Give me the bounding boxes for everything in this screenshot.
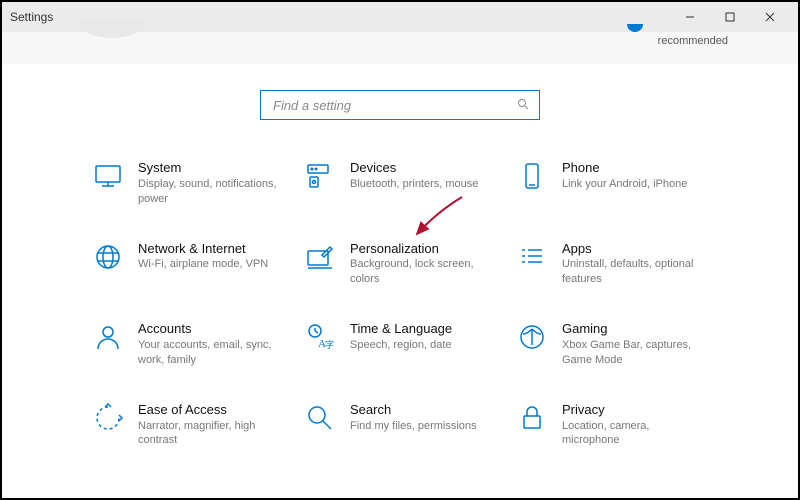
category-title: Network & Internet: [138, 241, 268, 258]
window-controls: [670, 5, 790, 29]
category-privacy[interactable]: Privacy Location, camera, microphone: [516, 402, 708, 449]
category-devices[interactable]: Devices Bluetooth, printers, mouse: [304, 160, 496, 207]
category-network[interactable]: Network & Internet Wi-Fi, airplane mode,…: [92, 241, 284, 288]
minimize-button[interactable]: [670, 5, 710, 29]
svg-text:字: 字: [325, 339, 334, 350]
search-icon: [304, 402, 336, 434]
phone-icon: [516, 160, 548, 192]
search-input[interactable]: [271, 97, 517, 114]
close-button[interactable]: [750, 5, 790, 29]
content-area: System Display, sound, notifications, po…: [2, 62, 798, 498]
category-title: Time & Language: [350, 321, 452, 338]
privacy-icon: [516, 402, 548, 434]
category-title: Privacy: [562, 402, 708, 419]
window-title: Settings: [10, 10, 53, 24]
category-desc: Display, sound, notifications, power: [138, 177, 284, 207]
gaming-icon: [516, 321, 548, 353]
time-lang-icon: A字: [304, 321, 336, 353]
category-desc: Xbox Game Bar, captures, Game Mode: [562, 338, 708, 368]
ease-icon: [92, 402, 124, 434]
maximize-button[interactable]: [710, 5, 750, 29]
search-container: [2, 90, 798, 120]
apps-icon: [516, 241, 548, 273]
search-box[interactable]: [260, 90, 540, 120]
search-icon: [517, 98, 529, 113]
category-desc: Bluetooth, printers, mouse: [350, 177, 478, 192]
category-title: Personalization: [350, 241, 496, 258]
category-desc: Your accounts, email, sync, work, family: [138, 338, 284, 368]
category-desc: Background, lock screen, colors: [350, 257, 496, 287]
category-title: Apps: [562, 241, 708, 258]
globe-icon: [92, 241, 124, 273]
person-icon: [92, 321, 124, 353]
category-gaming[interactable]: Gaming Xbox Game Bar, captures, Game Mod…: [516, 321, 708, 368]
category-phone[interactable]: Phone Link your Android, iPhone: [516, 160, 708, 207]
category-desc: Find my files, permissions: [350, 419, 477, 434]
category-personalization[interactable]: Personalization Background, lock screen,…: [304, 241, 496, 288]
monitor-icon: [92, 160, 124, 192]
category-accounts[interactable]: Accounts Your accounts, email, sync, wor…: [92, 321, 284, 368]
header-band: recommended: [2, 32, 798, 64]
category-title: Search: [350, 402, 477, 419]
category-search[interactable]: Search Find my files, permissions: [304, 402, 496, 449]
category-desc: Location, camera, microphone: [562, 419, 708, 449]
categories-grid: System Display, sound, notifications, po…: [92, 160, 708, 448]
avatar-icon: [77, 20, 147, 38]
account-status-text: recommended: [658, 35, 728, 47]
category-title: Ease of Access: [138, 402, 284, 419]
category-system[interactable]: System Display, sound, notifications, po…: [92, 160, 284, 207]
category-title: Phone: [562, 160, 687, 177]
brush-icon: [304, 241, 336, 273]
category-title: System: [138, 160, 284, 177]
category-desc: Narrator, magnifier, high contrast: [138, 419, 284, 449]
category-title: Gaming: [562, 321, 708, 338]
category-title: Devices: [350, 160, 478, 177]
category-desc: Link your Android, iPhone: [562, 177, 687, 192]
devices-icon: [304, 160, 336, 192]
category-time-language[interactable]: A字 Time & Language Speech, region, date: [304, 321, 496, 368]
category-ease-of-access[interactable]: Ease of Access Narrator, magnifier, high…: [92, 402, 284, 449]
category-desc: Speech, region, date: [350, 338, 452, 353]
category-title: Accounts: [138, 321, 284, 338]
category-apps[interactable]: Apps Uninstall, defaults, optional featu…: [516, 241, 708, 288]
settings-window: Settings recommended: [0, 0, 800, 500]
category-desc: Uninstall, defaults, optional features: [562, 257, 708, 287]
category-desc: Wi-Fi, airplane mode, VPN: [138, 257, 268, 272]
